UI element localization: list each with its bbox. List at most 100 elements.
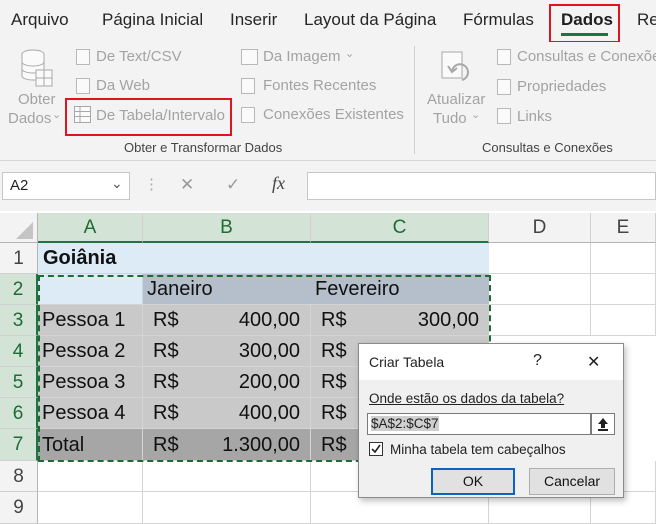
- row-header-2[interactable]: 2: [0, 274, 38, 305]
- currency-symbol: R$: [321, 434, 347, 456]
- cell-b4[interactable]: R$ 300,00: [143, 336, 311, 367]
- menu-formulas[interactable]: Fórmulas: [463, 10, 534, 30]
- cell-b3[interactable]: R$ 400,00: [143, 305, 311, 336]
- column-header-d[interactable]: D: [489, 213, 591, 243]
- menu-pagina-inicial[interactable]: Página Inicial: [102, 10, 203, 30]
- drag-handle-icon[interactable]: ⋮: [144, 175, 159, 193]
- checkmark-icon: [371, 444, 381, 454]
- cell-value: 300,00: [417, 309, 479, 331]
- column-header-b[interactable]: B: [143, 213, 311, 243]
- row-header-5[interactable]: 5: [0, 367, 38, 398]
- dados-highlight-box: [549, 4, 620, 43]
- cell-b7[interactable]: R$ 1.300,00: [143, 429, 311, 461]
- queries-icon: [497, 49, 511, 65]
- cell-a4[interactable]: Pessoa 2: [38, 336, 143, 367]
- cell-b5[interactable]: R$ 200,00: [143, 367, 311, 398]
- select-all-corner[interactable]: [0, 213, 38, 243]
- headers-checkbox-label[interactable]: Minha tabela tem cabeçalhos: [390, 442, 566, 457]
- cell-c3[interactable]: R$ 300,00: [311, 305, 489, 336]
- currency-symbol: R$: [321, 371, 347, 393]
- help-icon[interactable]: ?: [533, 352, 542, 370]
- currency-symbol: R$: [153, 434, 179, 456]
- atualizar-tudo-line2[interactable]: Tudo: [433, 110, 467, 127]
- da-web-button[interactable]: Da Web: [96, 77, 150, 94]
- de-tabela-highlight-box: [65, 98, 232, 136]
- propriedades-button[interactable]: Propriedades: [517, 78, 606, 95]
- text-file-icon: [76, 49, 90, 65]
- links-button[interactable]: Links: [517, 108, 552, 125]
- title-cell[interactable]: Goiânia: [38, 243, 489, 274]
- row-label: Pessoa 2: [42, 340, 126, 362]
- row-header-6[interactable]: 6: [0, 398, 38, 429]
- menu-revisao-partial[interactable]: Re: [637, 10, 656, 30]
- chevron-down-icon: ⌄: [345, 48, 355, 60]
- row-header-7[interactable]: 7: [0, 429, 38, 461]
- existing-connections-icon: [241, 107, 255, 123]
- row-header-3[interactable]: 3: [0, 305, 38, 336]
- enter-formula-icon[interactable]: ✓: [226, 175, 240, 195]
- cell-a9[interactable]: [38, 492, 143, 524]
- header-janeiro: Janeiro: [147, 278, 213, 300]
- cancel-formula-icon[interactable]: ✕: [180, 175, 194, 195]
- de-texto-csv-button[interactable]: De Text/CSV: [96, 48, 182, 65]
- obter-dados-line1[interactable]: Obter: [18, 91, 56, 108]
- cell-a5[interactable]: Pessoa 3: [38, 367, 143, 398]
- cell-e2[interactable]: [591, 274, 656, 305]
- cell-d1[interactable]: [489, 243, 591, 274]
- cell-b6[interactable]: R$ 400,00: [143, 398, 311, 429]
- row-header-9[interactable]: 9: [0, 492, 38, 524]
- menu-arquivo[interactable]: Arquivo: [11, 10, 69, 30]
- refresh-icon: [438, 50, 470, 88]
- insert-function-icon[interactable]: fx: [272, 173, 285, 194]
- row-header-8[interactable]: 8: [0, 461, 38, 492]
- formula-input[interactable]: [307, 172, 656, 200]
- column-header-a[interactable]: A: [38, 213, 143, 243]
- menu-inserir[interactable]: Inserir: [230, 10, 277, 30]
- cell-a8[interactable]: [38, 461, 143, 492]
- cell-e3[interactable]: [591, 305, 656, 336]
- cell-d3[interactable]: [489, 305, 591, 336]
- cell-a2[interactable]: [38, 274, 143, 305]
- total-value: 1.300,00: [222, 434, 300, 456]
- create-table-dialog: Criar Tabela ? ✕ Onde estão os dados da …: [358, 343, 624, 498]
- menu-layout-da-pagina[interactable]: Layout da Página: [304, 10, 436, 30]
- cell-value: 400,00: [238, 402, 300, 424]
- web-icon: [76, 78, 90, 94]
- range-input[interactable]: $A$2:$C$7: [367, 413, 591, 435]
- recent-sources-icon: [241, 78, 255, 94]
- ok-button[interactable]: OK: [431, 468, 515, 495]
- collapse-dialog-button[interactable]: [591, 413, 615, 435]
- database-icon: [20, 48, 54, 88]
- column-header-e[interactable]: E: [591, 213, 656, 243]
- chevron-down-icon[interactable]: ⌄: [111, 175, 123, 192]
- cancel-button[interactable]: Cancelar: [529, 468, 615, 495]
- consultas-conexoes-button[interactable]: Consultas e Conexões: [517, 48, 656, 65]
- atualizar-tudo-line1[interactable]: Atualizar: [427, 91, 485, 108]
- conexoes-existentes-button[interactable]: Conexões Existentes: [263, 106, 404, 123]
- header-fevereiro: Fevereiro: [315, 278, 400, 300]
- cell-value: 200,00: [238, 371, 300, 393]
- row-header-1[interactable]: 1: [0, 243, 38, 274]
- cell-value: 400,00: [238, 309, 300, 331]
- column-header-c[interactable]: C: [311, 213, 489, 243]
- obter-dados-line2[interactable]: Dados: [8, 110, 51, 127]
- fontes-recentes-button[interactable]: Fontes Recentes: [263, 77, 376, 94]
- currency-symbol: R$: [321, 402, 347, 424]
- cell-d2[interactable]: [489, 274, 591, 305]
- name-box-value: A2: [10, 177, 29, 194]
- cell-b9[interactable]: [143, 492, 311, 524]
- image-icon: [241, 49, 258, 65]
- cell-a6[interactable]: Pessoa 4: [38, 398, 143, 429]
- headers-checkbox[interactable]: [369, 442, 383, 456]
- cell-e1[interactable]: [591, 243, 656, 274]
- da-imagem-button[interactable]: Da Imagem: [263, 48, 341, 65]
- properties-icon: [497, 79, 511, 95]
- cell-b8[interactable]: [143, 461, 311, 492]
- header-row-cells[interactable]: Janeiro Fevereiro: [143, 274, 489, 305]
- close-icon[interactable]: ✕: [587, 352, 600, 372]
- name-box[interactable]: A2 ⌄: [2, 172, 130, 200]
- currency-symbol: R$: [153, 371, 179, 393]
- cell-a3[interactable]: Pessoa 1: [38, 305, 143, 336]
- cell-a7[interactable]: Total: [38, 429, 143, 461]
- row-header-4[interactable]: 4: [0, 336, 38, 367]
